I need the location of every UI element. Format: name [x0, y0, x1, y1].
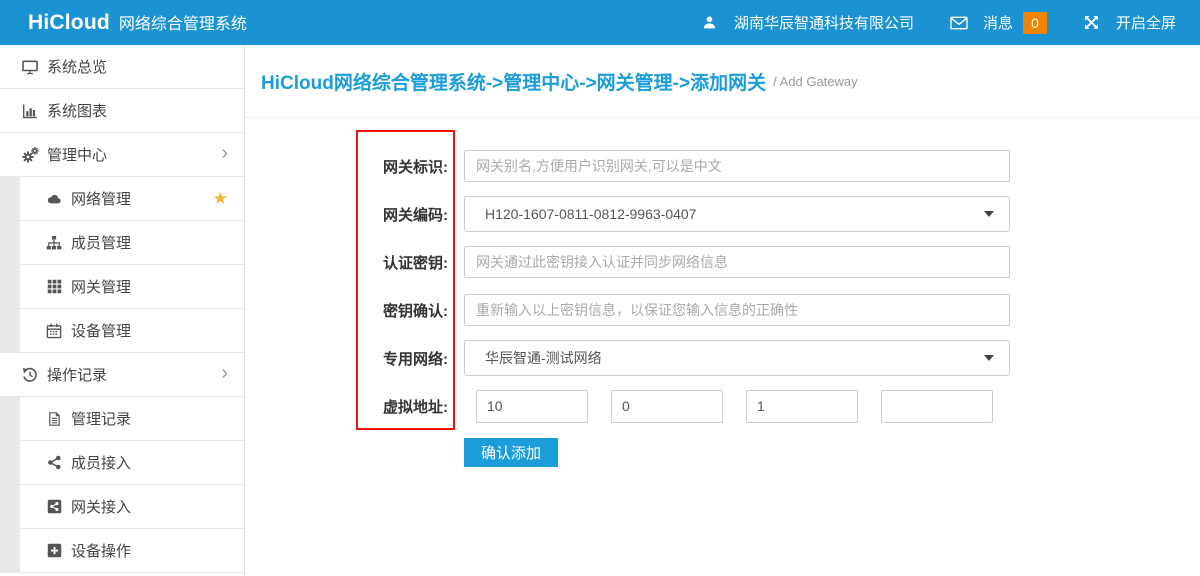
- document-icon: [45, 411, 63, 427]
- sidebar-item-label: 设备管理: [71, 320, 228, 341]
- key-confirm-input[interactable]: [464, 294, 1010, 326]
- cloud-icon: [45, 191, 63, 207]
- form-row-virtual-address: 虚拟地址:: [362, 382, 1200, 430]
- sidebar-item-gateway-access[interactable]: 网关接入: [0, 485, 244, 529]
- sidebar-item-label: 设备操作: [71, 540, 228, 561]
- fullscreen-icon: [1083, 15, 1101, 31]
- sitemap-icon: [45, 235, 63, 251]
- breadcrumb: HiCloud网络综合管理系统->管理中心->网关管理->添加网关 / Add …: [245, 45, 1200, 118]
- sidebar-item-label: 网络管理: [71, 188, 213, 209]
- share-icon: [45, 455, 63, 471]
- ip-octet-input-3[interactable]: [746, 390, 858, 423]
- gateway-code-select[interactable]: H120-1607-0811-0812-9963-0407: [464, 196, 1010, 232]
- gateway-name-input[interactable]: [464, 150, 1010, 182]
- field-label-virtual-address: 虚拟地址:: [362, 396, 448, 417]
- sidebar-item-system-overview[interactable]: 系统总览: [0, 45, 244, 89]
- app-window: HiCloud 网络综合管理系统 湖南华辰智通科技有限公司 消息 0: [0, 0, 1200, 576]
- header-actions: 湖南华辰智通科技有限公司 消息 0 开启全屏: [701, 12, 1176, 34]
- bar-chart-icon: [21, 103, 39, 119]
- company-name: 湖南华辰智通科技有限公司: [734, 12, 914, 33]
- top-header-bar: HiCloud 网络综合管理系统 湖南华辰智通科技有限公司 消息 0: [0, 0, 1200, 45]
- sidebar-item-label: 操作记录: [47, 364, 221, 385]
- caret-down-icon: [984, 355, 994, 361]
- ip-octet-input-4[interactable]: [881, 390, 993, 423]
- messages-menu[interactable]: 消息 0: [950, 12, 1047, 34]
- app-title: 网络综合管理系统: [119, 10, 247, 34]
- ip-octet-input-1[interactable]: [476, 390, 588, 423]
- monitor-icon: [21, 59, 39, 75]
- sidebar-item-admin-records[interactable]: 管理记录: [0, 397, 244, 441]
- logo-text: HiCloud: [28, 11, 110, 35]
- auth-key-input[interactable]: [464, 246, 1010, 278]
- favorite-star-icon[interactable]: ★: [213, 190, 228, 207]
- sidebar-item-member-access[interactable]: 成员接入: [0, 441, 244, 485]
- caret-down-icon: [984, 211, 994, 217]
- sidebar-item-label: 系统图表: [47, 100, 228, 121]
- calendar-icon: [45, 323, 63, 339]
- form-row-auth-key: 认证密钥:: [362, 238, 1200, 286]
- messages-label: 消息: [983, 12, 1013, 33]
- breadcrumb-path: HiCloud网络综合管理系统->管理中心->网关管理->添加网关: [261, 68, 766, 95]
- main-content: HiCloud网络综合管理系统->管理中心->网关管理->添加网关 / Add …: [245, 45, 1200, 576]
- sidebar-item-label: 网关管理: [71, 276, 228, 297]
- form-row-gateway-name: 网关标识:: [362, 142, 1200, 190]
- sidebar-item-label: 管理中心: [47, 144, 221, 165]
- sidebar-item-system-charts[interactable]: 系统图表: [0, 89, 244, 133]
- sidebar-item-network-mgmt[interactable]: 网络管理 ★: [0, 177, 244, 221]
- sidebar-item-label: 管理记录: [71, 408, 228, 429]
- sidebar-nav: 系统总览 系统图表 管理中心 › 网络管理 ★: [0, 45, 245, 576]
- confirm-add-button[interactable]: 确认添加: [464, 438, 558, 467]
- company-account[interactable]: 湖南华辰智通科技有限公司: [701, 12, 914, 33]
- history-icon: [21, 367, 39, 383]
- select-value: H120-1607-0811-0812-9963-0407: [485, 206, 984, 222]
- breadcrumb-suffix: / Add Gateway: [773, 74, 858, 89]
- messages-count-badge: 0: [1023, 12, 1047, 34]
- private-network-select[interactable]: 华辰智通-测试网络: [464, 340, 1010, 376]
- plus-square-icon: [45, 543, 63, 559]
- form-row-key-confirm: 密钥确认:: [362, 286, 1200, 334]
- field-label-gateway-code: 网关编码:: [362, 204, 448, 225]
- sidebar-item-operation-log[interactable]: 操作记录 ›: [0, 353, 244, 397]
- form-row-private-network: 专用网络: 华辰智通-测试网络: [362, 334, 1200, 382]
- sidebar-item-gateway-mgmt[interactable]: 网关管理: [0, 265, 244, 309]
- field-label-auth-key: 认证密钥:: [362, 252, 448, 273]
- app-logo[interactable]: HiCloud 网络综合管理系统: [28, 10, 247, 35]
- field-label-key-confirm: 密钥确认:: [362, 300, 448, 321]
- sidebar-item-device-operation[interactable]: 设备操作: [0, 529, 244, 573]
- envelope-icon: [950, 15, 968, 31]
- sidebar-item-label: 系统总览: [47, 56, 228, 77]
- sidebar-item-label: 网关接入: [71, 496, 228, 517]
- form-row-gateway-code: 网关编码: H120-1607-0811-0812-9963-0407: [362, 190, 1200, 238]
- user-icon: [701, 15, 719, 31]
- add-gateway-form: 网关标识: 网关编码: H120-1607-0811-0812-9963-040…: [245, 118, 1200, 467]
- field-label-gateway-name: 网关标识:: [362, 156, 448, 177]
- share-square-icon: [45, 499, 63, 515]
- sidebar-item-label: 成员管理: [71, 232, 228, 253]
- fullscreen-toggle[interactable]: 开启全屏: [1083, 12, 1176, 33]
- sidebar-item-label: 成员接入: [71, 452, 228, 473]
- sidebar-item-member-mgmt[interactable]: 成员管理: [0, 221, 244, 265]
- sidebar-item-device-mgmt[interactable]: 设备管理: [0, 309, 244, 353]
- ip-address-group: [476, 390, 993, 423]
- chevron-right-icon: ›: [221, 143, 228, 166]
- gears-icon: [21, 147, 39, 163]
- select-value: 华辰智通-测试网络: [485, 348, 984, 368]
- field-label-private-network: 专用网络:: [362, 348, 448, 369]
- fullscreen-label: 开启全屏: [1116, 12, 1176, 33]
- ip-octet-input-2[interactable]: [611, 390, 723, 423]
- grid-icon: [45, 279, 63, 295]
- sidebar-item-admin-center[interactable]: 管理中心 ›: [0, 133, 244, 177]
- chevron-right-icon: ›: [221, 363, 228, 386]
